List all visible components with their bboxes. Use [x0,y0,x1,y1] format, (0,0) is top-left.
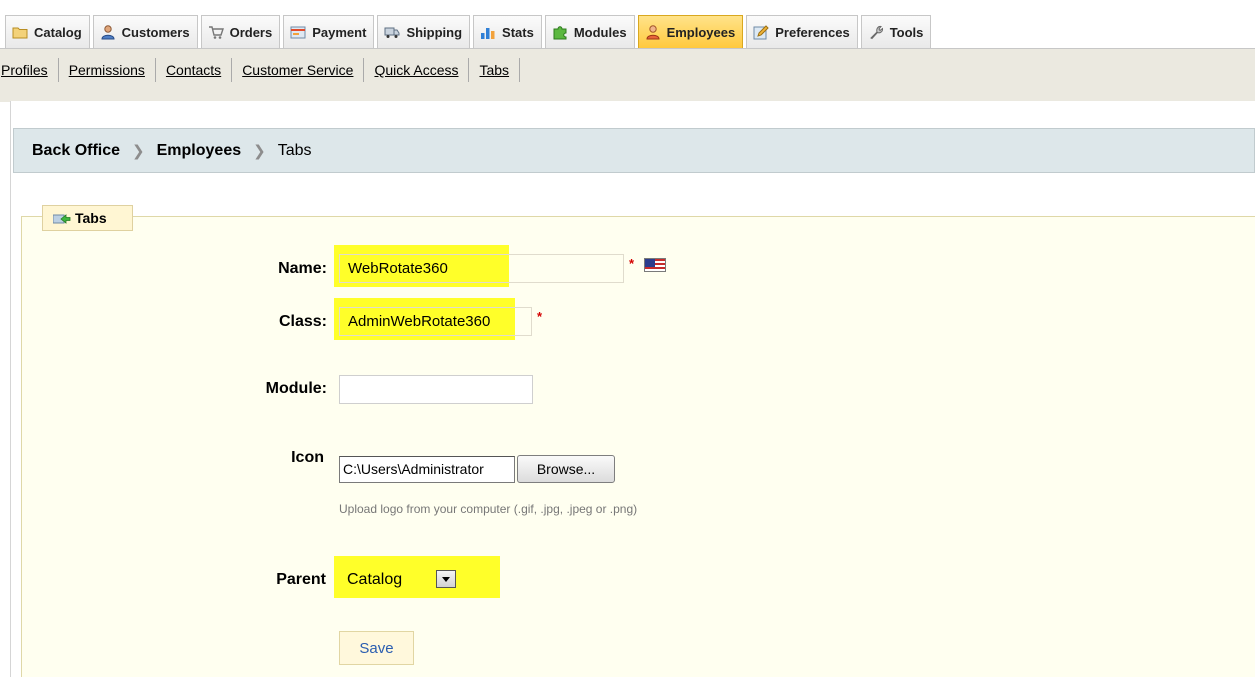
subnav-links: Profiles Permissions Contacts Customer Serv… [0,58,521,82]
tab-tools[interactable]: Tools [860,15,932,48]
legend-label: Tabs [75,210,107,226]
user-icon [100,24,116,40]
tab-shipping[interactable]: Shipping [377,15,471,48]
chevron-right-icon: ❯ [132,142,145,160]
tab-orders[interactable]: Orders [200,15,281,48]
name-input-value: WebRotate360 [348,260,448,277]
module-input[interactable] [339,375,533,404]
tab-modules[interactable]: Modules [544,15,635,48]
tab-label: Stats [502,24,534,40]
tabs-form-fieldset [21,216,1255,677]
parent-label: Parent [276,571,326,588]
tab-label: Shipping [406,24,463,40]
fieldset-legend: Tabs [42,205,133,231]
breadcrumb-current: Tabs [277,141,312,159]
puzzle-icon [552,24,568,40]
icon-upload-hint: Upload logo from your computer (.gif, .j… [339,502,638,516]
required-marker: * [537,309,543,324]
truck-icon [384,24,400,40]
tab-label: Customers [121,24,190,40]
tab-employees[interactable]: Employees [637,15,744,48]
tab-label: Payment [312,24,367,40]
class-input[interactable]: AdminWebRotate360 [339,307,532,336]
chevron-down-icon[interactable] [436,570,456,588]
name-label: Name: [278,260,327,277]
pencil-icon [753,24,769,40]
tab-label: Employees [666,24,736,40]
tab-catalog[interactable]: Catalog [5,15,90,48]
chart-icon [480,24,496,40]
subnav-link-tabs[interactable]: Tabs [469,58,521,82]
us-flag-icon[interactable] [644,258,666,272]
subnav-link-contacts[interactable]: Contacts [156,58,233,82]
tab-stats[interactable]: Stats [473,15,542,48]
employee-icon [645,24,661,40]
parent-select-value: Catalog [347,571,403,588]
breadcrumb-back-office[interactable]: Back Office [32,142,120,160]
subnav-link-customer-service[interactable]: Customer Service [232,58,365,82]
name-input[interactable]: WebRotate360 [339,254,624,283]
breadcrumb: Back Office ❯ Employees ❯ Tabs [13,128,1255,173]
chevron-right-icon: ❯ [253,142,266,160]
required-marker: * [629,256,635,271]
tab-preferences[interactable]: Preferences [746,15,858,48]
subnav-link-permissions[interactable]: Permissions [59,58,156,82]
tab-label: Tools [889,24,924,40]
tab-label: Modules [573,24,627,40]
tab-label: Preferences [775,24,850,40]
module-label: Module: [265,380,327,397]
icon-label: Icon [291,449,324,466]
cart-icon [208,24,224,40]
class-label: Class: [278,313,327,330]
folder-icon [12,24,28,40]
breadcrumb-employees[interactable]: Employees [157,142,241,160]
browse-button[interactable]: Browse... [517,455,615,483]
sub-navigation: Profiles Permissions Contacts Customer Serv… [0,48,1255,102]
tab-label: Orders [229,24,273,40]
tab-arrow-icon [52,212,71,224]
subnav-link-profiles[interactable]: Profiles [0,58,59,82]
tab-label: Catalog [34,24,82,40]
save-button[interactable]: Save [339,631,414,665]
wrench-icon [868,24,884,40]
tab-customers[interactable]: Customers [92,15,198,48]
tab-payment[interactable]: Payment [283,15,375,48]
subnav-link-quick-access[interactable]: Quick Access [364,58,470,82]
payment-icon [290,24,306,40]
icon-file-input[interactable]: C:\Users\Administrator [339,456,515,483]
class-input-value: AdminWebRotate360 [348,313,491,330]
main-tabs: Catalog Customers Orders Payment Shipping Sta… [5,15,932,48]
